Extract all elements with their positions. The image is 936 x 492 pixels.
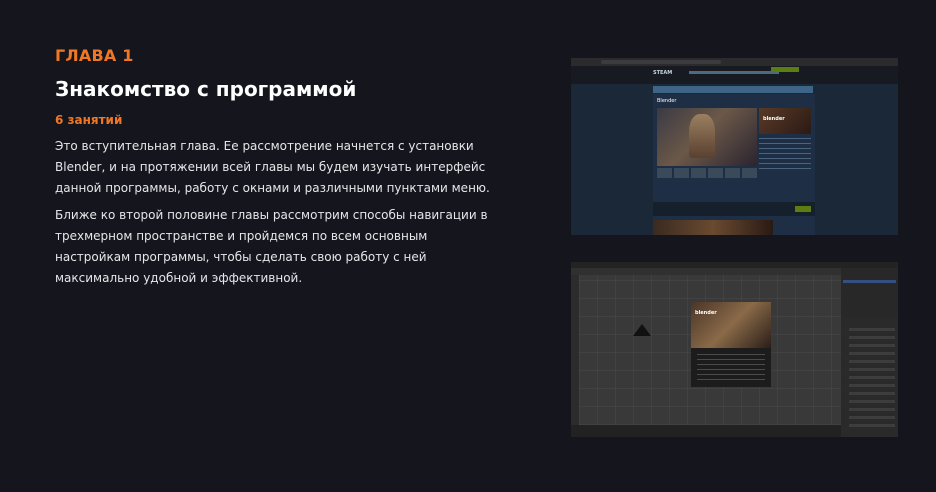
splash-logo: blender bbox=[695, 310, 717, 316]
steam-screenshot-layer: STEAM Blender blender bbox=[571, 58, 898, 235]
chapter-info: ГЛАВА 1 Знакомство с программой 6 заняти… bbox=[55, 46, 505, 289]
capsule-logo: blender bbox=[763, 116, 785, 122]
address-bar bbox=[601, 60, 721, 64]
chapter-title: Знакомство с программой bbox=[55, 77, 357, 101]
play-section bbox=[653, 202, 815, 216]
blender-ui-screenshot: blender bbox=[571, 262, 898, 437]
lessons-count: 6 занятий bbox=[55, 113, 123, 127]
toolbar bbox=[571, 275, 579, 425]
game-description-lines bbox=[759, 138, 811, 172]
outliner-panel bbox=[841, 268, 898, 318]
chapter-description-2: Ближе ко второй половине главы рассмотри… bbox=[55, 208, 488, 285]
play-button bbox=[795, 206, 811, 212]
media-thumbnails bbox=[657, 168, 757, 178]
install-steam-button bbox=[771, 67, 799, 72]
steam-nav bbox=[689, 71, 779, 74]
store-nav-bar bbox=[653, 86, 813, 93]
outliner-selected-row bbox=[843, 280, 896, 283]
viewport-header bbox=[571, 268, 841, 275]
chapter-description-1: Это вступительная глава. Ее рассмотрение… bbox=[55, 139, 490, 195]
steam-logo: STEAM bbox=[653, 70, 673, 76]
trailer-figure bbox=[689, 114, 715, 158]
game-title: Blender bbox=[657, 98, 677, 104]
camera-object bbox=[633, 324, 651, 336]
steam-header bbox=[571, 66, 898, 84]
timeline bbox=[571, 425, 841, 437]
splash-menu-list bbox=[697, 354, 765, 382]
splash-image bbox=[691, 302, 771, 348]
chapter-label: ГЛАВА 1 bbox=[55, 46, 134, 65]
properties-rows bbox=[849, 328, 895, 428]
promo-banner bbox=[653, 220, 773, 235]
